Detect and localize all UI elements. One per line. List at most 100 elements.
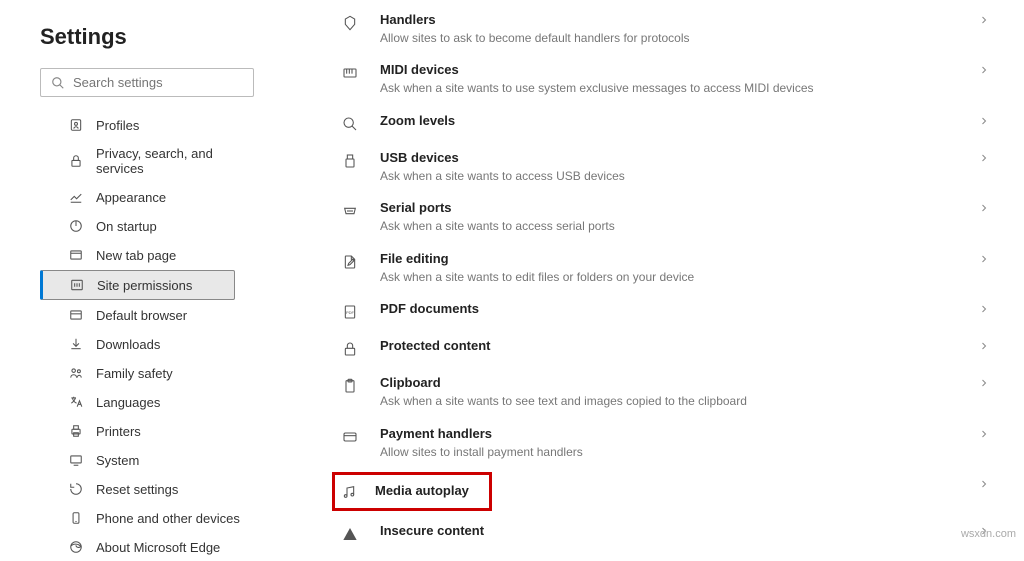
nav-label: Downloads (96, 337, 160, 352)
chevron-right-icon (978, 64, 990, 76)
row-title: Clipboard (380, 375, 994, 392)
row-desc: Ask when a site wants to access USB devi… (380, 169, 994, 185)
profile-icon (68, 117, 84, 133)
row-handlers[interactable]: Handlers Allow sites to ask to become def… (340, 4, 994, 54)
search-input[interactable] (73, 75, 243, 90)
media-icon (339, 482, 359, 502)
row-clipboard[interactable]: Clipboard Ask when a site wants to see te… (340, 367, 994, 417)
row-desc: Allow sites to install payment handlers (380, 445, 994, 461)
chevron-right-icon (978, 428, 990, 440)
row-payment[interactable]: Payment handlers Allow sites to install p… (340, 418, 994, 468)
nav-list: Profiles Privacy, search, and services A… (40, 111, 270, 561)
nav-label: Appearance (96, 190, 166, 205)
row-title: Protected content (380, 338, 994, 355)
power-icon (68, 218, 84, 234)
usb-icon (340, 151, 360, 171)
clipboard-icon (340, 376, 360, 396)
nav-label: Site permissions (97, 278, 192, 293)
row-title: Handlers (380, 12, 994, 29)
sidebar-item-about[interactable]: About Microsoft Edge (40, 533, 270, 561)
language-icon (68, 394, 84, 410)
sidebar-item-languages[interactable]: Languages (40, 388, 270, 416)
nav-label: Languages (96, 395, 160, 410)
sidebar-item-printers[interactable]: Printers (40, 417, 270, 445)
reset-icon (68, 481, 84, 497)
row-usb[interactable]: USB devices Ask when a site wants to acce… (340, 142, 994, 192)
sidebar-item-site-permissions[interactable]: Site permissions (40, 270, 235, 300)
sidebar-item-default-browser[interactable]: Default browser (40, 301, 270, 329)
row-file-editing[interactable]: File editing Ask when a site wants to edi… (340, 243, 994, 293)
browser-icon (68, 307, 84, 323)
nav-label: Profiles (96, 118, 139, 133)
sidebar-item-phone[interactable]: Phone and other devices (40, 504, 270, 532)
row-zoom[interactable]: Zoom levels (340, 105, 994, 142)
nav-label: On startup (96, 219, 157, 234)
nav-label: Privacy, search, and services (96, 146, 262, 176)
sidebar-item-privacy[interactable]: Privacy, search, and services (40, 140, 270, 182)
row-title: Media autoplay (375, 483, 469, 500)
page-title: Settings (40, 24, 270, 50)
chevron-right-icon (978, 115, 990, 127)
row-desc: Ask when a site wants to see text and im… (380, 394, 994, 410)
handlers-icon (340, 13, 360, 33)
chevron-right-icon (978, 377, 990, 389)
main-content: Handlers Allow sites to ask to become def… (290, 0, 1024, 544)
nav-label: New tab page (96, 248, 176, 263)
chevron-right-icon (978, 253, 990, 265)
row-midi[interactable]: MIDI devices Ask when a site wants to use… (340, 54, 994, 104)
nav-label: Default browser (96, 308, 187, 323)
row-title: Serial ports (380, 200, 994, 217)
row-title: File editing (380, 251, 994, 268)
chevron-right-icon (978, 478, 990, 490)
sidebar-item-appearance[interactable]: Appearance (40, 183, 270, 211)
warning-icon (340, 524, 360, 544)
row-title: Zoom levels (380, 113, 994, 130)
sidebar-item-reset[interactable]: Reset settings (40, 475, 270, 503)
chevron-right-icon (978, 202, 990, 214)
search-box[interactable] (40, 68, 254, 97)
row-title: MIDI devices (380, 62, 994, 79)
row-pdf[interactable]: PDF PDF documents (340, 293, 994, 330)
nav-label: System (96, 453, 139, 468)
pdf-icon: PDF (340, 302, 360, 322)
newtab-icon (68, 247, 84, 263)
sidebar: Settings Profiles Privacy, search, and s… (0, 0, 290, 544)
row-desc: Allow sites to ask to become default han… (380, 31, 994, 47)
row-serial[interactable]: Serial ports Ask when a site wants to acc… (340, 192, 994, 242)
sidebar-item-onstartup[interactable]: On startup (40, 212, 270, 240)
chevron-right-icon (978, 340, 990, 352)
nav-label: Family safety (96, 366, 173, 381)
row-title: USB devices (380, 150, 994, 167)
search-icon (51, 76, 73, 90)
permissions-icon (69, 277, 85, 293)
family-icon (68, 365, 84, 381)
nav-label: Printers (96, 424, 141, 439)
chevron-right-icon (978, 152, 990, 164)
watermark: wsxdn.com (961, 528, 1016, 540)
sidebar-item-family[interactable]: Family safety (40, 359, 270, 387)
system-icon (68, 452, 84, 468)
row-desc: Ask when a site wants to access serial p… (380, 219, 994, 235)
printer-icon (68, 423, 84, 439)
row-media-autoplay[interactable]: Media autoplay (340, 468, 994, 515)
serial-icon (340, 201, 360, 221)
sidebar-item-newtab[interactable]: New tab page (40, 241, 270, 269)
appearance-icon (68, 189, 84, 205)
lock-icon (340, 339, 360, 359)
row-insecure[interactable]: Insecure contentInsecure content is bloc… (340, 515, 994, 544)
nav-label: Reset settings (96, 482, 178, 497)
zoom-icon (340, 114, 360, 134)
sidebar-item-downloads[interactable]: Downloads (40, 330, 270, 358)
chevron-right-icon (978, 303, 990, 315)
download-icon (68, 336, 84, 352)
sidebar-item-system[interactable]: System (40, 446, 270, 474)
payment-icon (340, 427, 360, 447)
row-title: Payment handlers (380, 426, 994, 443)
row-protected[interactable]: Protected content (340, 330, 994, 367)
sidebar-item-profiles[interactable]: Profiles (40, 111, 270, 139)
svg-text:PDF: PDF (346, 310, 355, 315)
lock-icon (68, 153, 84, 169)
row-desc: Ask when a site wants to use system excl… (380, 81, 994, 97)
row-desc: Ask when a site wants to edit files or f… (380, 270, 994, 286)
nav-label: Phone and other devices (96, 511, 240, 526)
